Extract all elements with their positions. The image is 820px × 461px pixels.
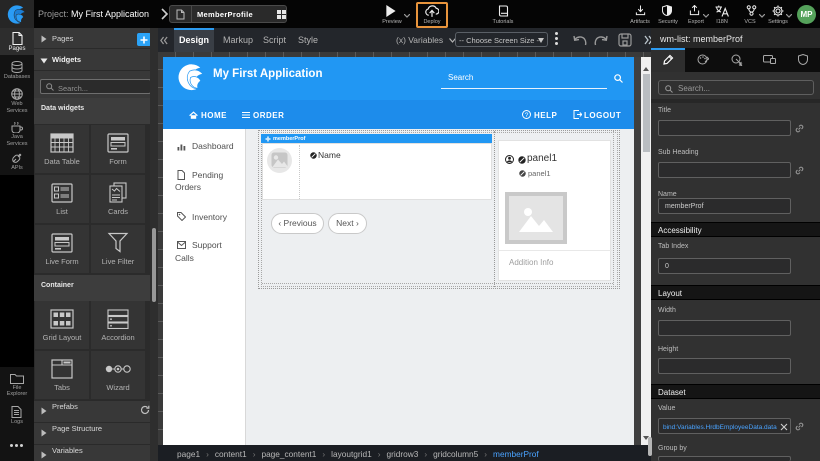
svg-text:?: ? [525,112,529,119]
